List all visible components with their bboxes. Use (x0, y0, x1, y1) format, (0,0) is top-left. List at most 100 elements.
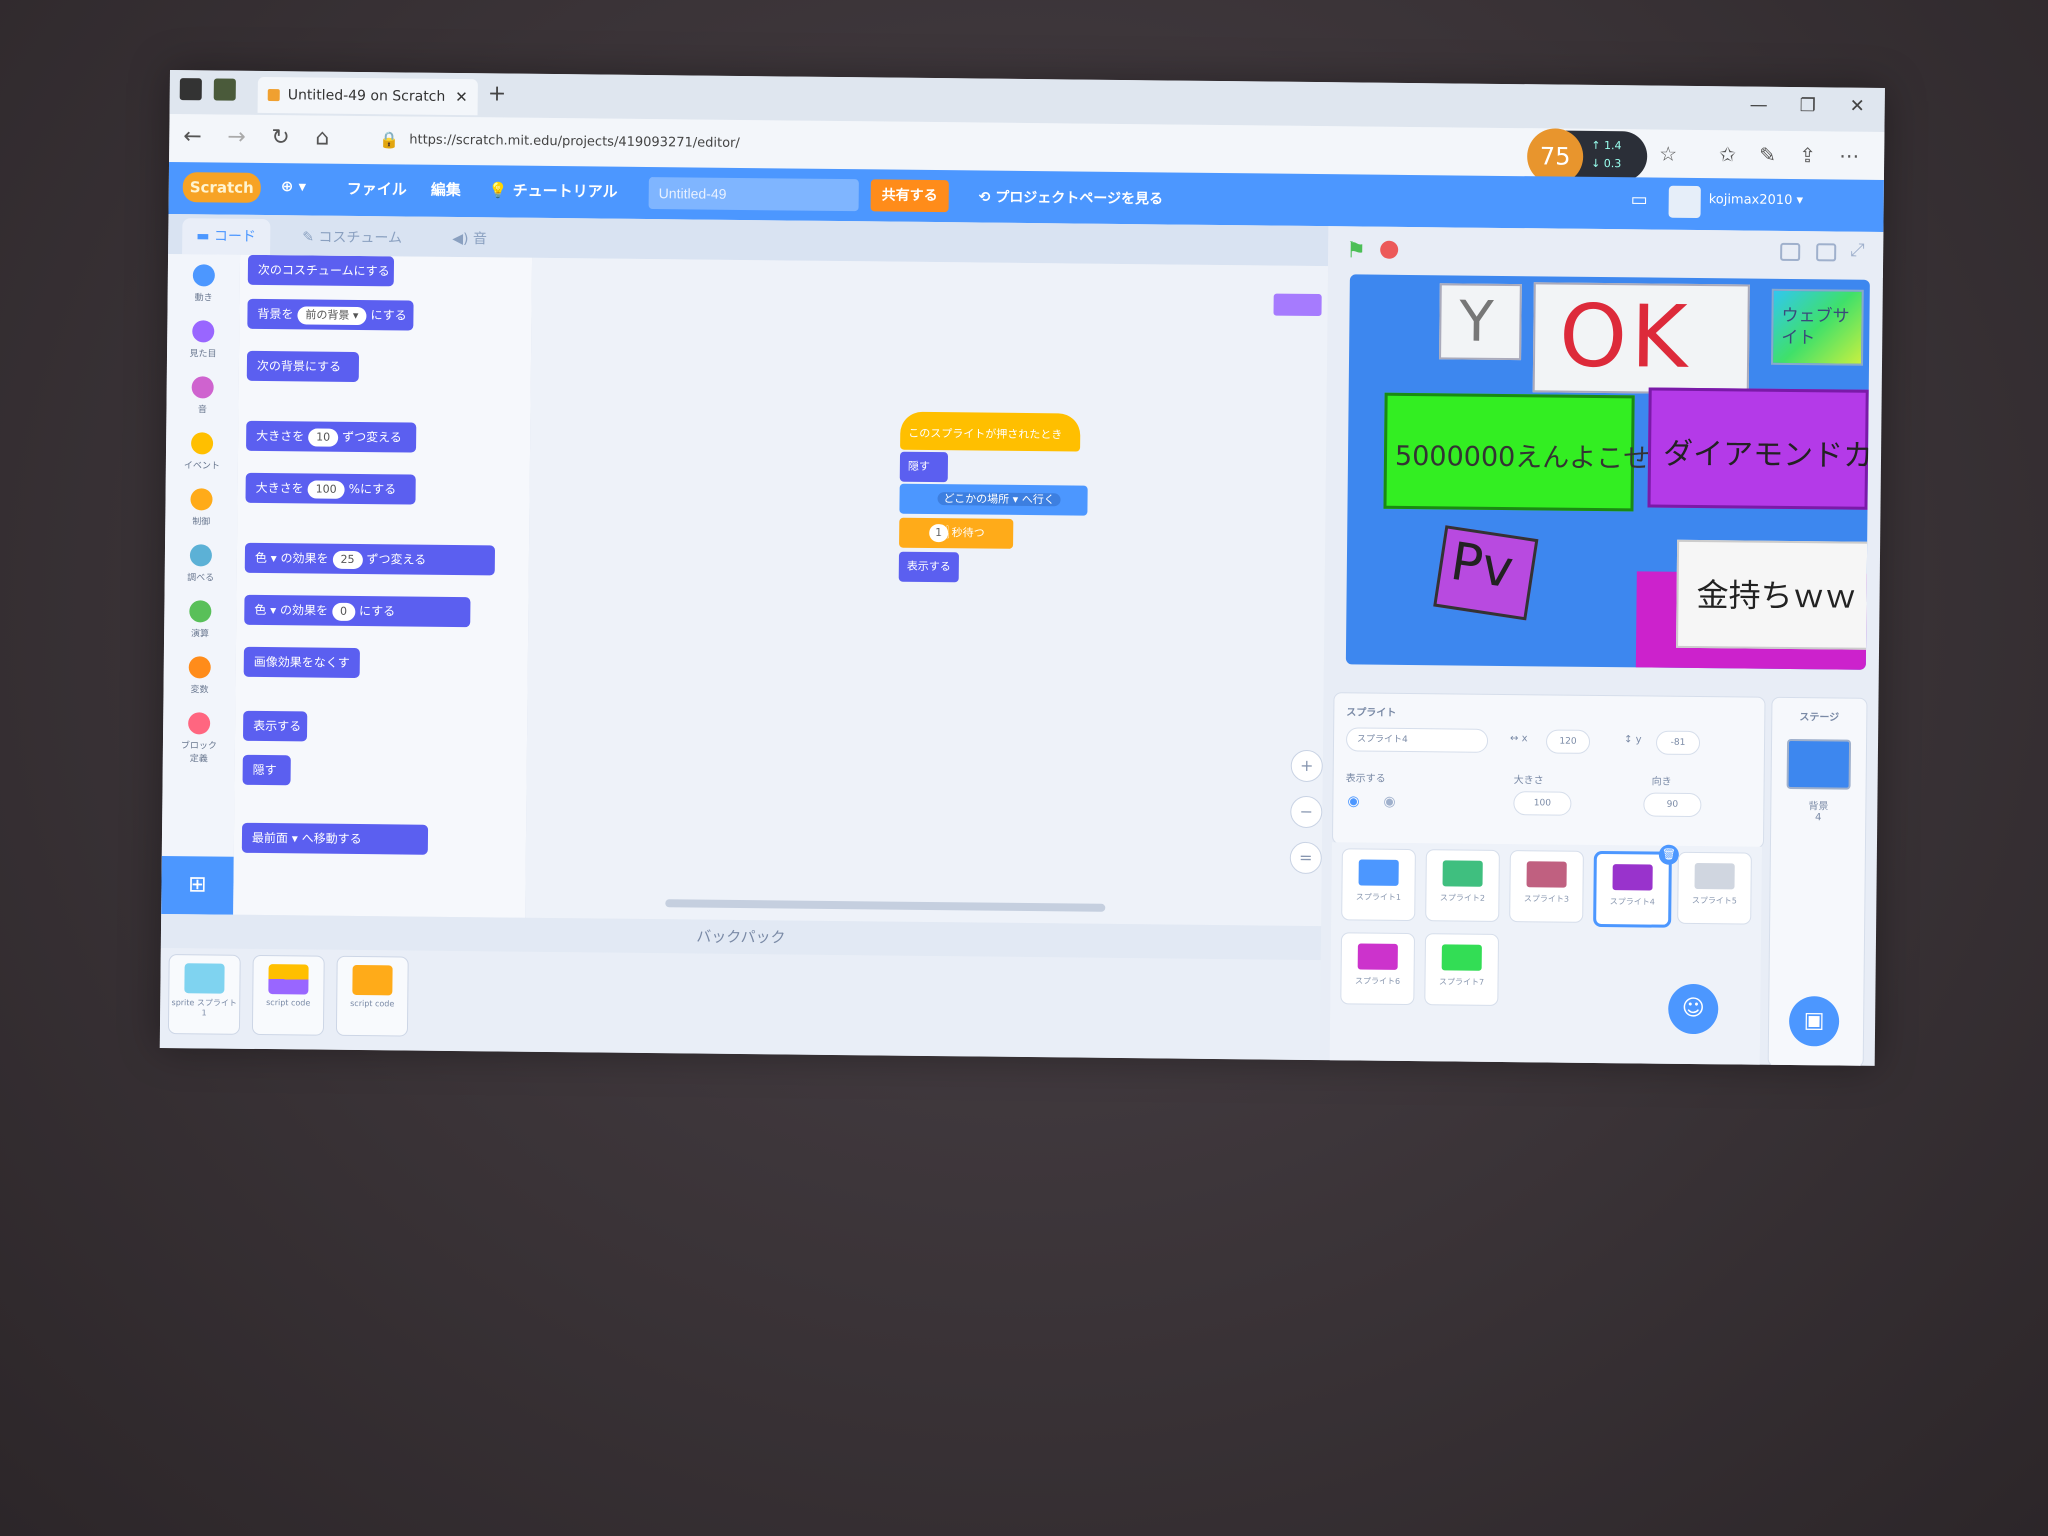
backpack-item[interactable]: script code (335, 955, 409, 1037)
stage-canvas[interactable]: Y OK ウェブサイト 5000000えんよこせ ダイアモンドカード Pv 金持… (1345, 274, 1870, 670)
code-area[interactable]: このスプライトが押されたとき 隠す どこかの場所 ▾ へ行く 1 秒待つ 表示す… (525, 257, 1329, 927)
tab-costumes[interactable]: ✎ コスチューム (288, 219, 416, 256)
window-menu-icon[interactable] (179, 78, 202, 101)
share-button[interactable]: 共有する (870, 179, 949, 213)
category-item[interactable]: 音 (180, 376, 224, 415)
backpack-item[interactable]: script code (251, 954, 325, 1036)
add-extension-button[interactable]: ⊞ (161, 855, 234, 915)
browser-tab[interactable]: Untitled-49 on Scratch ✕ (257, 76, 478, 116)
sprite-card[interactable]: スプライト2 (1425, 849, 1500, 922)
show-visible-icon[interactable]: ◉ (1347, 793, 1359, 809)
sprite-name-input[interactable]: スプライト4 (1345, 727, 1489, 753)
share-icon[interactable]: ⇪ (1799, 143, 1816, 167)
close-tab-icon[interactable]: ✕ (455, 79, 468, 115)
stop-icon[interactable] (1380, 240, 1399, 259)
show-block[interactable]: 表示する (898, 551, 959, 583)
refresh-icon[interactable]: ↻ (271, 125, 290, 150)
maximize-button[interactable]: ❐ (1800, 95, 1816, 116)
pen-icon[interactable]: ✎ (1759, 143, 1776, 167)
when-sprite-clicked-block[interactable]: このスプライトが押されたとき (900, 411, 1081, 452)
green-flag-icon[interactable]: ⚑ (1346, 238, 1366, 263)
small-stage-button[interactable] (1780, 242, 1801, 262)
direction-input[interactable]: 90 (1643, 792, 1702, 818)
category-item[interactable]: 見た目 (181, 320, 225, 360)
palette-block[interactable]: 最前面 ▾ へ移動する (241, 822, 429, 855)
purple-diamond-sprite[interactable]: ダイアモンドカード (1647, 387, 1870, 510)
category-item[interactable]: 動き (182, 264, 226, 303)
block-input[interactable]: 100 (307, 480, 345, 499)
website-sign-sprite[interactable]: ウェブサイト (1771, 288, 1864, 366)
category-item[interactable]: 変数 (177, 656, 221, 695)
sprite-card[interactable]: スプライト5 (1677, 851, 1752, 925)
block-input[interactable]: 10 (308, 428, 339, 447)
palette-block[interactable]: 大きさを 10 ずつ変える (246, 420, 417, 453)
pv-sign-sprite[interactable]: Pv (1433, 525, 1539, 621)
minimize-button[interactable]: — (1750, 95, 1768, 116)
category-item[interactable]: 調べる (179, 544, 223, 583)
sprite-card[interactable]: スプライト1 (1341, 848, 1416, 922)
go-to-random-position-block[interactable]: どこかの場所 ▾ へ行く (899, 483, 1088, 516)
backpack-item[interactable]: sprite スプライト1 (167, 954, 241, 1035)
home-icon[interactable]: ⌂ (315, 126, 329, 151)
ok-sign-sprite[interactable]: OK (1532, 282, 1750, 395)
stage-thumbnail[interactable] (1786, 738, 1852, 790)
zoom-in-button[interactable]: + (1290, 749, 1323, 783)
favorite-star-icon[interactable]: ☆ (1659, 142, 1677, 166)
palette-block[interactable]: 次の背景にする (246, 350, 360, 382)
hide-block[interactable]: 隠す (899, 451, 949, 483)
favorites-icon[interactable]: ✩ (1719, 142, 1736, 166)
avatar[interactable] (1668, 185, 1701, 219)
see-project-page-button[interactable]: ⟲ プロジェクトページを見る (979, 186, 1164, 208)
choose-sprite-button[interactable]: ☺ (1667, 983, 1719, 1035)
forward-icon[interactable]: → (227, 125, 246, 150)
category-item[interactable]: 演算 (178, 600, 222, 639)
language-menu[interactable]: ⊕ ▾ (281, 177, 307, 195)
size-input[interactable]: 100 (1513, 791, 1572, 816)
new-tab-button[interactable]: + (488, 81, 507, 106)
block-input[interactable]: 前の背景 ▾ (297, 306, 367, 326)
palette-block[interactable]: 背景を 前の背景 ▾ にする (247, 298, 414, 331)
zoom-reset-button[interactable]: = (1289, 841, 1322, 875)
y-sign-sprite[interactable]: Y (1439, 283, 1522, 361)
x-position-input[interactable]: 120 (1545, 729, 1591, 754)
url-field[interactable]: https://scratch.mit.edu/projects/4190932… (409, 129, 1559, 165)
sprite-card[interactable]: スプライト7 (1424, 933, 1500, 1006)
sprite-card[interactable]: スプライト6 (1340, 932, 1416, 1006)
tab-actions-icon[interactable] (213, 78, 236, 101)
tab-sounds[interactable]: ◀) 音 (438, 221, 501, 258)
palette-block[interactable]: 大きさを 100 %にする (245, 472, 416, 505)
rich-text-sprite[interactable]: 金持ちｗｗ (1676, 539, 1870, 650)
wait-block[interactable]: 1 秒待つ (899, 517, 1014, 549)
choose-backdrop-button[interactable]: ▣ (1788, 996, 1840, 1047)
sprite-card[interactable]: スプライト3 (1509, 850, 1584, 923)
palette-block[interactable]: 次のコスチュームにする (247, 254, 395, 287)
file-menu[interactable]: ファイル (347, 178, 407, 200)
zoom-out-button[interactable]: − (1290, 795, 1323, 829)
stage-panel[interactable]: ステージ 背景 4 ▣ (1767, 696, 1868, 1066)
palette-block[interactable]: 画像効果をなくす (243, 646, 360, 679)
my-stuff-folder-icon[interactable]: ▭ (1631, 189, 1648, 210)
edit-menu[interactable]: 編集 (431, 179, 461, 200)
tab-code[interactable]: ▬ コード (182, 218, 271, 256)
delete-sprite-icon[interactable]: 🗑 (1658, 844, 1679, 865)
sprite-card[interactable]: スプライト4 🗑 (1593, 844, 1679, 928)
back-icon[interactable]: ← (183, 124, 202, 149)
category-item[interactable]: 制御 (179, 488, 223, 527)
scratch-logo[interactable]: Scratch (182, 172, 261, 203)
green-money-sprite[interactable]: 5000000えんよこせ (1383, 392, 1650, 512)
block-input[interactable]: 25 (332, 550, 363, 570)
normal-stage-button[interactable] (1816, 243, 1837, 262)
fullscreen-icon[interactable]: ⤢ (1850, 240, 1870, 261)
category-item[interactable]: イベント (180, 432, 224, 472)
account-menu[interactable]: kojimax2010 ▾ (1709, 192, 1803, 208)
code-area-horizontal-scrollbar[interactable] (665, 899, 1106, 912)
block-input[interactable]: 0 (331, 602, 356, 621)
category-item[interactable]: ブロック定義 (177, 712, 222, 764)
show-hidden-icon[interactable]: ◉ (1383, 794, 1395, 810)
project-title-input[interactable] (648, 177, 859, 212)
palette-block[interactable]: 表示する (242, 710, 308, 742)
close-window-button[interactable]: ✕ (1850, 96, 1865, 117)
palette-block[interactable]: 色 ▾ の効果を 25 ずつ変える (244, 542, 496, 576)
more-icon[interactable]: ⋯ (1839, 143, 1859, 167)
tutorials-menu[interactable]: 💡 チュートリアル (489, 179, 618, 201)
